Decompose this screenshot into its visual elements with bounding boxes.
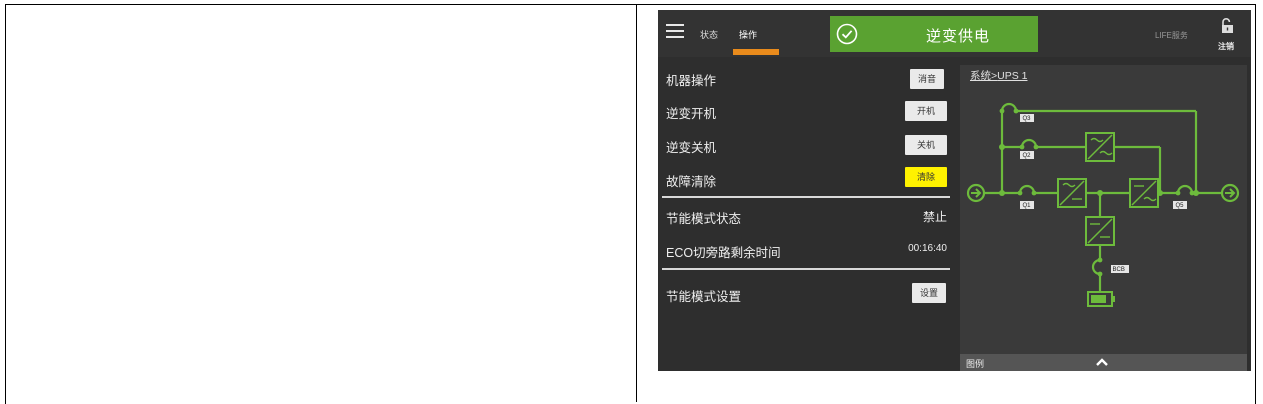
switch-bcb-text: BCB [1113,267,1125,273]
static-switch-icon[interactable] [1085,132,1115,162]
tab-operations[interactable]: 操作 [739,28,757,41]
battery-icon[interactable] [1087,291,1115,307]
switch-label-q2[interactable]: Q2 [1020,151,1034,159]
switch-q3-text: Q3 [1023,116,1032,122]
mode-banner: 逆变供电 [830,16,1038,52]
switch-q2-text: Q2 [1023,153,1032,159]
legend-bar[interactable]: 图例 [960,354,1247,371]
mode-status-text: 逆变供电 [926,28,991,45]
ups-screen: 状态 操作 逆变供电 LIFE服务 注销 机器操作 消音 逆变开机 开机 逆变关… [658,10,1251,371]
inverter-icon[interactable] [1129,178,1159,208]
inverter-off-button[interactable]: 关机 [905,135,947,155]
switch-q5-text: Q5 [1176,203,1185,209]
tab-status[interactable]: 状态 [700,28,718,41]
switch-q1-text: Q1 [1023,203,1032,209]
output-terminal-icon [1220,183,1240,203]
unlock-icon[interactable] [1220,18,1234,34]
power-flow-diagram: Q3 Q2 Q1 Q5 BCB [966,102,1240,307]
check-circle-icon [836,23,858,45]
fault-clear-button[interactable]: 清除 [905,167,947,187]
eco-setting-button[interactable]: 设置 [912,283,946,303]
rectifier-icon[interactable] [1057,178,1087,208]
inverter-on-label: 逆变开机 [666,107,717,121]
section-divider [662,196,950,198]
active-tab-indicator [733,49,779,55]
logout-button[interactable]: 注销 [1218,41,1234,52]
life-service-link[interactable]: LIFE服务 [1155,30,1188,41]
eco-bypass-time: 00:16:40 [908,243,947,254]
switch-label-q1[interactable]: Q1 [1020,201,1034,209]
eco-state-label: 节能模式状态 [666,212,742,226]
operations-panel: 机器操作 消音 逆变开机 开机 逆变关机 关机 故障清除 清除 节能模式状态 禁… [658,61,955,371]
top-bar: 状态 操作 逆变供电 LIFE服务 注销 [658,10,1251,57]
chevron-up-icon[interactable] [1095,357,1109,367]
eco-bypass-label: ECO切旁路剩余时间 [666,246,781,260]
section-divider [662,268,950,270]
menu-icon[interactable] [666,24,684,38]
inverter-off-label: 逆变关机 [666,141,717,155]
eco-setting-label: 节能模式设置 [666,290,742,304]
dc-converter-icon[interactable] [1085,216,1115,246]
switch-label-q3[interactable]: Q3 [1020,114,1034,122]
inverter-on-button[interactable]: 开机 [905,101,947,121]
input-terminal-icon [966,183,986,203]
column-divider [636,4,637,402]
switch-label-q5[interactable]: Q5 [1173,201,1187,209]
switch-label-bcb[interactable]: BCB [1111,265,1129,273]
machine-ops-label: 机器操作 [666,74,717,88]
fault-clear-label: 故障清除 [666,175,717,189]
mute-button[interactable]: 消音 [910,69,944,89]
eco-state-value: 禁止 [922,210,947,224]
mimic-diagram-panel: 系统>UPS 1 Q3 Q2 Q1 Q5 BCB 图例 [960,65,1247,371]
legend-label: 图例 [966,359,985,369]
